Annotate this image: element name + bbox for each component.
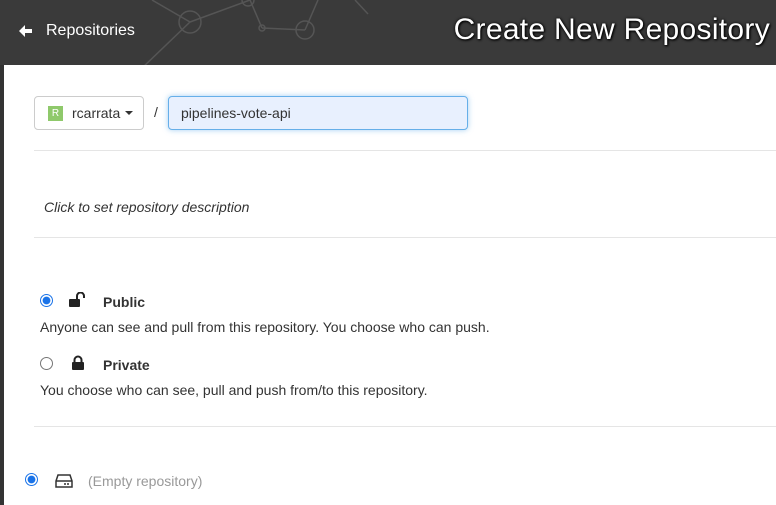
caret-down-icon — [125, 111, 134, 115]
divider — [34, 426, 776, 427]
page-header: Repositories Create New Repository — [0, 0, 776, 65]
left-edge-bar — [0, 65, 4, 505]
private-radio[interactable] — [40, 357, 53, 370]
back-to-repositories-link[interactable]: Repositories — [18, 22, 135, 40]
namespace-avatar: R — [48, 105, 63, 121]
page-title: Create New Repository — [453, 13, 770, 46]
hard-drive-icon — [55, 474, 73, 488]
repository-name-input[interactable] — [168, 96, 468, 130]
lock-icon — [72, 355, 84, 370]
namespace-separator: / — [154, 104, 158, 120]
back-label: Repositories — [46, 22, 135, 39]
arrow-left-icon — [19, 25, 32, 37]
namespace-name: rcarrata — [72, 105, 121, 121]
private-description: You choose who can see, pull and push fr… — [40, 382, 428, 398]
empty-repository-label: (Empty repository) — [88, 473, 203, 489]
empty-repository-radio[interactable] — [25, 473, 38, 486]
public-label: Public — [103, 294, 146, 310]
unlock-icon — [69, 292, 85, 307]
divider — [34, 150, 776, 151]
public-description: Anyone can see and pull from this reposi… — [40, 319, 490, 335]
namespace-dropdown[interactable]: R rcarrata — [34, 96, 144, 130]
repository-description-editor[interactable]: Click to set repository description — [44, 199, 249, 215]
divider — [34, 237, 776, 238]
public-radio[interactable] — [40, 294, 53, 307]
private-label: Private — [103, 357, 150, 373]
